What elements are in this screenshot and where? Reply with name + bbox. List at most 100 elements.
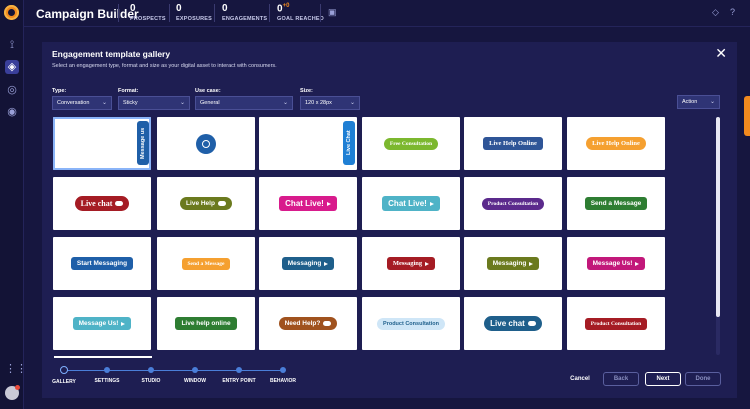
template-preview-button: Messaging [281,257,335,270]
broadcast-icon[interactable]: ⟟ [5,38,19,52]
step-dot [104,367,110,373]
template-preview-label: Live chat [490,319,525,328]
step-window[interactable]: WINDOW [170,367,220,384]
divider [214,4,215,22]
template-tile[interactable]: Product Consultation [362,297,460,350]
template-preview-button: Live Help Online [483,137,543,150]
app-title: Campaign Builder [36,7,139,21]
play-arrow-icon [326,201,331,206]
stat-prospects: 0 PROSPECTS [130,3,166,22]
template-tile[interactable]: Send a Message [157,237,255,290]
template-tile[interactable]: Free Consultation [362,117,460,170]
template-preview-button: Free Consultation [383,137,439,150]
chat-bubble-icon [115,201,124,206]
apps-grid-icon[interactable]: ⋮⋮ [5,362,27,376]
template-tile[interactable] [157,117,255,170]
template-tile[interactable]: Chat Live! [362,177,460,230]
template-preview-button: Live Help Online [586,137,646,150]
step-dot [236,367,242,373]
template-preview-button: Chat Live! [279,196,337,211]
divider [169,4,170,22]
template-tile[interactable]: Product Consultation [567,297,665,350]
template-tile[interactable]: Product Consultation [464,177,562,230]
template-preview-button: Live Chat [343,121,355,165]
people-icon[interactable]: ◎ [5,83,19,97]
play-arrow-icon [529,261,534,266]
template-tile[interactable]: Live Chat [259,117,357,170]
template-preview-button: Message Us! [72,317,132,330]
template-tile[interactable]: Messaging [362,237,460,290]
template-tile[interactable]: Live Help Online [567,117,665,170]
scrollbar-thumb[interactable] [716,117,720,317]
step-settings[interactable]: SETTINGS [82,367,132,384]
step-label: SETTINGS [94,378,120,384]
panel-icon[interactable]: ▣ [328,7,337,18]
step-entry-point[interactable]: ENTRY POINT [214,367,264,384]
divider [269,4,270,22]
modal-subtitle: Select an engagement type, format and si… [52,63,277,69]
template-preview-label: Product Consultation [487,200,539,207]
left-rail: ⟟ ◈ ◎ ◉ ⋮⋮ [0,0,27,409]
tag-icon[interactable]: ◈ [5,60,19,74]
help-icon[interactable]: ? [730,7,735,17]
chat-bubble-icon [323,321,332,326]
template-tile[interactable]: Message us [53,117,151,170]
step-studio[interactable]: STUDIO [126,367,176,384]
template-tile[interactable]: Start Messaging [53,237,151,290]
template-tile[interactable]: Live help online [157,297,255,350]
template-preview-label: Message Us! [592,260,633,267]
template-preview-label: Messaging [392,260,423,267]
format-filter: Format: Sticky ⌄ [118,88,190,110]
cancel-button[interactable]: Cancel [560,372,600,386]
type-filter: Type: Conversation ⌄ [52,88,112,110]
scrollbar[interactable] [716,117,720,355]
back-button[interactable]: Back [603,372,639,386]
template-preview-label: Send a Message [187,260,225,267]
template-preview-button: Product Consultation [377,317,445,330]
template-preview-button: Send a Message [181,257,231,270]
divider [320,4,321,22]
template-preview-button: Send a Message [584,197,648,210]
done-button[interactable]: Done [685,372,721,386]
grid-underline [54,356,152,358]
template-tile[interactable]: Send a Message [567,177,665,230]
template-preview-button: Chat Live! [382,196,440,211]
template-tile[interactable]: Live Help [157,177,255,230]
analytics-icon[interactable]: ◉ [5,105,19,119]
template-tile[interactable]: Chat Live! [259,177,357,230]
side-panel-tab[interactable] [744,96,750,136]
brand-logo-icon[interactable] [4,5,19,20]
step-dot [280,367,286,373]
template-preview-label: Live chat [80,199,113,208]
type-select[interactable]: Conversation ⌄ [52,96,112,110]
layers-icon[interactable]: ◇ [712,7,719,18]
template-tile[interactable]: Live Help Online [464,117,562,170]
next-button[interactable]: Next [645,372,681,386]
step-behavior[interactable]: BEHAVIOR [258,367,308,384]
template-tile[interactable]: Messaging [259,237,357,290]
step-label: BEHAVIOR [269,378,297,384]
chat-ring-icon [202,139,210,148]
format-select[interactable]: Sticky ⌄ [118,96,190,110]
template-preview-label: Message Us! [78,320,119,327]
size-select[interactable]: 120 x 28px ⌄ [300,96,360,110]
step-dot [192,367,198,373]
template-preview-button: Start Messaging [70,257,134,270]
template-tile[interactable]: Live chat [464,297,562,350]
template-tile[interactable]: Need Help? [259,297,357,350]
chat-bubble-icon [217,201,226,206]
user-avatar[interactable] [5,385,20,400]
template-tile[interactable]: Message Us! [53,297,151,350]
stat-engagements: 0 ENGAGEMENTS [222,3,268,22]
play-arrow-icon [425,261,430,266]
template-preview-button: Messaging [386,257,436,270]
use-case-select[interactable]: General ⌄ [195,96,293,110]
play-arrow-icon [324,261,329,266]
modal-title: Engagement template gallery [52,49,171,59]
template-tile[interactable]: Message Us! [567,237,665,290]
template-tile[interactable]: Messaging [464,237,562,290]
template-preview-button: Messaging [486,257,540,270]
close-icon[interactable]: ✕ [715,45,727,62]
action-select[interactable]: Action ⌄ [677,95,720,109]
template-tile[interactable]: Live chat [53,177,151,230]
